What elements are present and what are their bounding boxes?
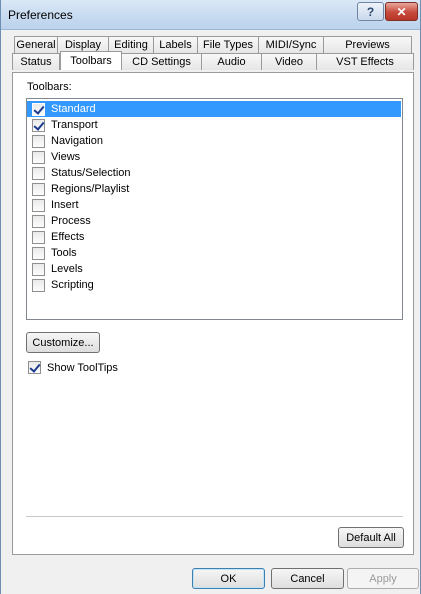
toolbar-item-navigation[interactable]: Navigation [32,133,103,149]
toolbar-item-transport[interactable]: Transport [32,117,98,133]
toolbar-item-scripting[interactable]: Scripting [32,277,94,293]
toolbar-item-label: Regions/Playlist [51,183,130,195]
toolbar-item-label: Status/Selection [51,167,131,179]
effects-checkbox[interactable] [32,230,45,244]
toolbar-item-label: Process [51,215,91,227]
customize-button[interactable]: Customize... [26,332,100,353]
help-button[interactable]: ? [357,2,384,21]
tab-vst-effects[interactable]: VST Effects [317,53,414,70]
toolbar-item-label: Standard [51,103,96,115]
tab-status[interactable]: Status [12,53,60,70]
toolbar-item-tools[interactable]: Tools [32,245,77,261]
toolbar-item-views[interactable]: Views [32,149,80,165]
toolbar-item-insert[interactable]: Insert [32,197,79,213]
toolbar-item-label: Scripting [51,279,94,291]
default-all-button[interactable]: Default All [338,527,404,548]
ok-button[interactable]: OK [192,568,265,589]
toolbar-item-label: Effects [51,231,85,243]
tab-midi-sync[interactable]: MIDI/Sync [259,36,324,53]
tab-previews[interactable]: Previews [324,36,412,53]
scripting-checkbox[interactable] [32,278,45,292]
toolbar-item-label: Insert [51,199,79,211]
preferences-dialog: Preferences ? ✕ General Display Editing … [0,0,421,594]
close-icon: ✕ [396,4,407,19]
toolbar-item-label: Transport [51,119,98,131]
tab-toolbars[interactable]: Toolbars [60,51,122,70]
tab-labels[interactable]: Labels [154,36,198,53]
toolbars-panel: Toolbars: Standard Transport Navigation … [12,72,414,555]
separator [26,516,403,517]
toolbar-item-regions-playlist[interactable]: Regions/Playlist [32,181,129,197]
cancel-button[interactable]: Cancel [271,568,344,589]
tab-row-front: Status Toolbars CD Settings Audio Video … [12,51,414,70]
apply-button[interactable]: Apply [347,568,419,589]
views-checkbox[interactable] [32,150,45,164]
tab-file-types[interactable]: File Types [198,36,259,53]
tab-audio[interactable]: Audio [202,53,262,70]
navigation-checkbox[interactable] [32,134,45,148]
toolbar-item-effects[interactable]: Effects [32,229,84,245]
toolbar-item-label: Navigation [51,135,103,147]
toolbar-item-label: Tools [51,247,77,259]
process-checkbox[interactable] [32,214,45,228]
toolbar-item-status-selection[interactable]: Status/Selection [32,165,131,181]
tab-video[interactable]: Video [262,53,317,70]
levels-checkbox[interactable] [32,262,45,276]
tab-cd-settings[interactable]: CD Settings [122,53,202,70]
tools-checkbox[interactable] [32,246,45,260]
regions-playlist-checkbox[interactable] [32,182,45,196]
toolbar-item-label: Views [51,151,81,163]
toolbar-item-label: Levels [51,263,83,275]
window-title: Preferences [8,8,73,22]
show-tooltips-label: Show ToolTips [47,361,118,374]
insert-checkbox[interactable] [32,198,45,212]
title-bar[interactable]: Preferences ? ✕ [1,0,420,30]
toolbar-item-levels[interactable]: Levels [32,261,83,277]
toolbar-item-process[interactable]: Process [32,213,91,229]
tab-general[interactable]: General [14,36,58,53]
help-icon: ? [366,4,375,19]
toolbar-item-standard[interactable]: Standard [27,101,401,117]
standard-checkbox[interactable] [32,102,45,116]
transport-checkbox[interactable] [32,118,45,132]
close-button[interactable]: ✕ [385,2,418,21]
toolbars-list[interactable]: Standard Transport Navigation Views Stat… [26,98,403,320]
title-buttons: ? ✕ [357,2,418,21]
show-tooltips-checkbox[interactable] [28,361,41,374]
show-tooltips-option[interactable]: Show ToolTips [28,361,118,374]
status-selection-checkbox[interactable] [32,166,45,180]
toolbars-label: Toolbars: [27,81,72,93]
